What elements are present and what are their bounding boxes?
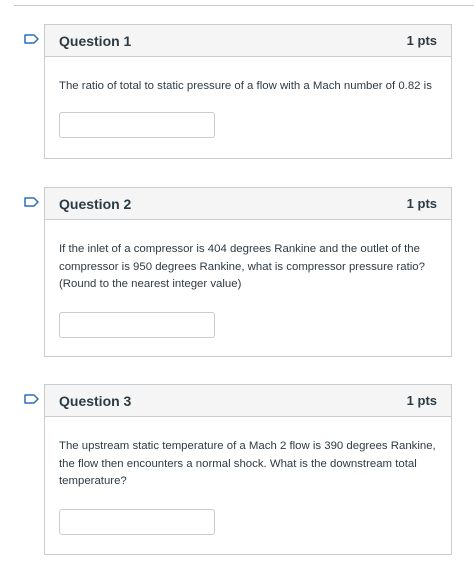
top-divider bbox=[14, 5, 474, 6]
question-3-text: The upstream static temperature of a Mac… bbox=[59, 440, 436, 487]
flag-question-1-icon[interactable] bbox=[24, 34, 39, 44]
question-1-card: Question 1 1 pts The ratio of total to s… bbox=[44, 24, 452, 159]
question-1-points: 1 pts bbox=[406, 33, 437, 48]
question-3-body: The upstream static temperature of a Mac… bbox=[45, 417, 451, 535]
question-1-title: Question 1 bbox=[59, 32, 132, 49]
question-2-answer-input[interactable] bbox=[59, 311, 215, 338]
question-2-body: If the inlet of a compressor is 404 degr… bbox=[45, 220, 451, 338]
flag-question-2-icon[interactable] bbox=[24, 197, 39, 207]
question-2-card: Question 2 1 pts If the inlet of a compr… bbox=[44, 187, 452, 357]
question-2-text: If the inlet of a compressor is 404 degr… bbox=[59, 243, 425, 290]
question-3-answer-input[interactable] bbox=[59, 508, 215, 535]
question-3-card: Question 3 1 pts The upstream static tem… bbox=[44, 384, 452, 555]
question-1-answer-input[interactable] bbox=[59, 111, 215, 138]
question-3-title: Question 3 bbox=[59, 392, 132, 409]
question-2-header: Question 2 1 pts bbox=[45, 188, 451, 220]
question-1-body: The ratio of total to static pressure of… bbox=[45, 57, 451, 138]
question-3-header: Question 3 1 pts bbox=[45, 385, 451, 417]
question-1-text: The ratio of total to static pressure of… bbox=[59, 80, 432, 92]
question-3-points: 1 pts bbox=[406, 393, 437, 408]
question-2-title: Question 2 bbox=[59, 195, 132, 212]
flag-question-3-icon[interactable] bbox=[24, 394, 39, 404]
question-1-header: Question 1 1 pts bbox=[45, 25, 451, 57]
question-2-points: 1 pts bbox=[406, 196, 437, 211]
